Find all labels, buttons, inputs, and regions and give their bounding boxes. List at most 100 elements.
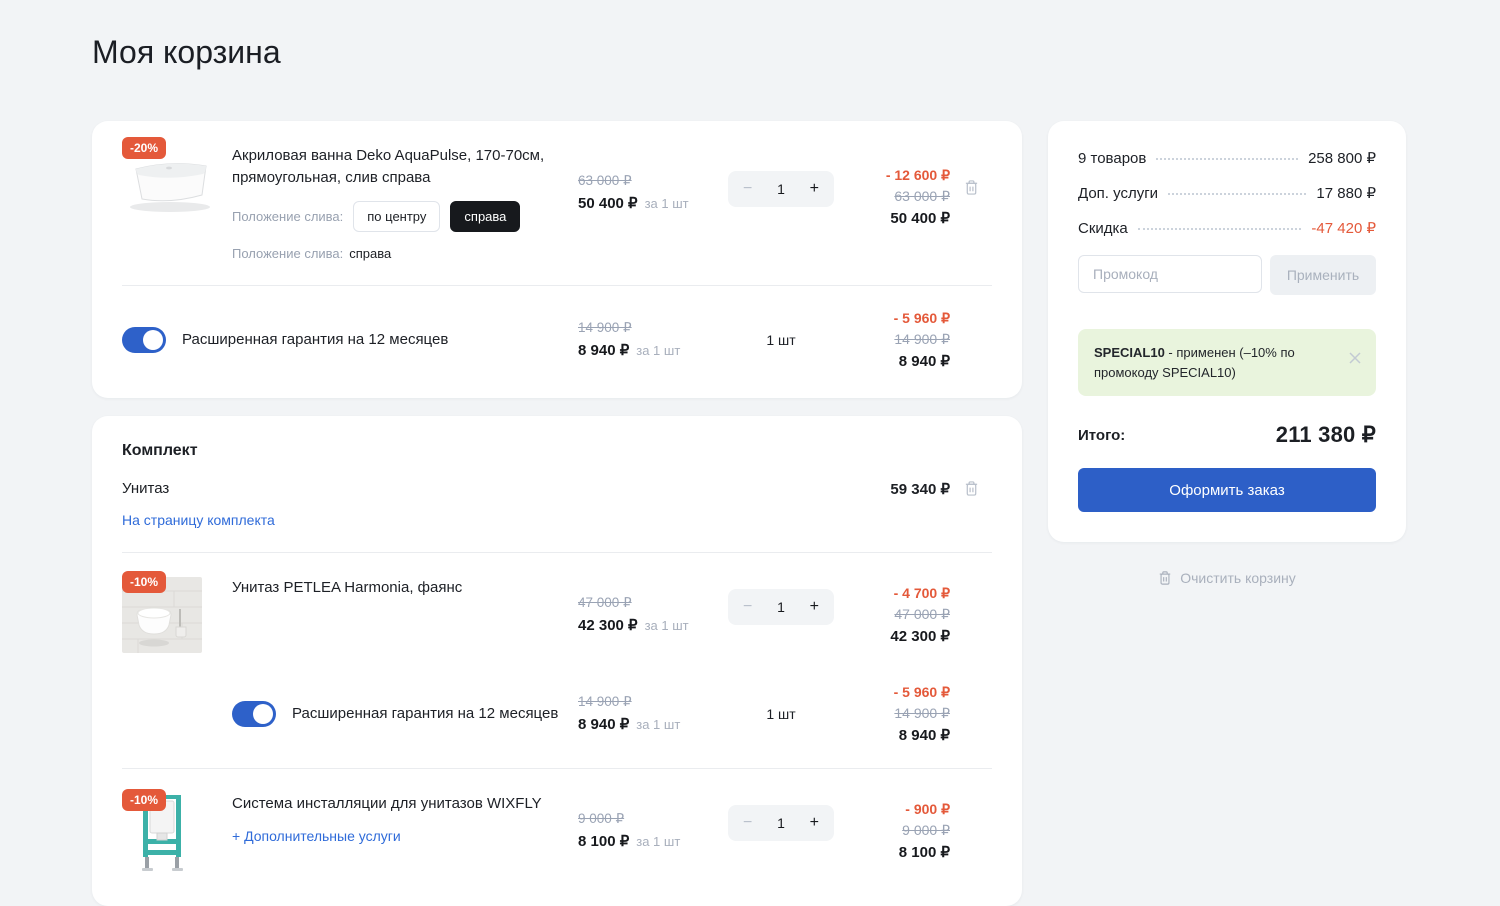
product-title: Система инсталляции для унитазов WIXFLY — [232, 793, 578, 815]
order-summary-sidebar: 9 товаров 258 800 ₽ Доп. услуги 17 880 ₽… — [1048, 121, 1406, 586]
price-cell-bath: 63 000 ₽ 50 400 ₽за 1 шт — [578, 173, 700, 212]
price-cell-toilet: 47 000 ₽ 42 300 ₽за 1 шт — [578, 595, 700, 634]
divider — [122, 552, 992, 553]
apply-promo-button[interactable]: Применить — [1270, 255, 1376, 295]
warranty-toggle[interactable] — [122, 327, 166, 353]
unit-price: 8 940 ₽ — [578, 716, 629, 733]
bundle-card: Комплект Унитаз 59 340 ₽ На страницу ком… — [92, 416, 1022, 906]
bundle-page-link[interactable]: На страницу комплекта — [122, 512, 275, 528]
old-price: 14 900 ₽ — [578, 694, 700, 710]
per-unit-label: за 1 шт — [636, 717, 680, 732]
plus-button[interactable]: + — [810, 180, 819, 198]
product-info-install: Система инсталляции для унитазов WIXFLY … — [232, 793, 578, 845]
page-title: Моя корзина — [92, 34, 1408, 71]
summary-row-services: Доп. услуги 17 880 ₽ — [1078, 184, 1376, 202]
dotted-leader — [1138, 228, 1302, 230]
quantity-value: 1 — [777, 181, 785, 197]
trash-icon — [1158, 570, 1172, 586]
close-icon — [1348, 351, 1362, 365]
minus-button[interactable]: − — [743, 180, 752, 198]
promo-code-input[interactable] — [1078, 255, 1262, 293]
per-unit-label: за 1 шт — [645, 196, 689, 211]
product-image-toilet: -10% — [122, 577, 232, 658]
cart-items-column: -20% Акриловая ванна Deko AquaPulse, 170… — [92, 121, 1022, 906]
plus-button[interactable]: + — [810, 598, 819, 616]
drain-value: справа — [349, 246, 391, 261]
promo-applied-notice: SPECIAL10 - применен (–10% по промокоду … — [1078, 329, 1376, 396]
total-cell-install: - 900 ₽ 9 000 ₽ 8 100 ₽ — [862, 801, 950, 861]
minus-button[interactable]: − — [743, 598, 752, 616]
product-card-bath: -20% Акриловая ванна Deko AquaPulse, 170… — [92, 121, 1022, 398]
unit-price: 50 400 ₽ — [578, 195, 638, 212]
divider — [122, 285, 992, 286]
product-row-bath: -20% Акриловая ванна Deko AquaPulse, 170… — [122, 145, 992, 261]
product-row-toilet: -10% — [122, 577, 992, 658]
product-info-bath: Акриловая ванна Deko AquaPulse, 170-70см… — [232, 145, 578, 261]
price-cell-install: 9 000 ₽ 8 100 ₽за 1 шт — [578, 811, 700, 850]
product-image-bath: -20% — [122, 145, 232, 222]
quantity-stepper-toilet[interactable]: − 1 + — [728, 589, 834, 625]
drain-option-row: Положение слива: по центру справа — [232, 201, 578, 232]
summary-label: 9 товаров — [1078, 150, 1146, 167]
minus-button[interactable]: − — [743, 814, 752, 832]
drain-option-center[interactable]: по центру — [353, 201, 440, 232]
total-old-price: 9 000 ₽ — [902, 822, 950, 839]
close-promo-notice-button[interactable] — [1348, 351, 1362, 370]
product-title: Унитаз PETLEA Harmonia, фаянс — [232, 577, 578, 599]
warranty-row-toilet: Расширенная гарантия на 12 месяцев 14 90… — [122, 684, 992, 744]
total-price: 50 400 ₽ — [890, 209, 950, 227]
total-cell-bath: - 12 600 ₽ 63 000 ₽ 50 400 ₽ — [862, 167, 950, 227]
discount-badge: -10% — [122, 789, 166, 811]
grand-total-row: Итого: 211 380 ₽ — [1078, 422, 1376, 448]
dotted-leader — [1156, 158, 1298, 160]
warranty-toggle[interactable] — [232, 701, 276, 727]
remove-item-button[interactable] — [950, 179, 992, 196]
clear-cart-label: Очистить корзину — [1180, 570, 1296, 586]
summary-value: 258 800 ₽ — [1308, 149, 1376, 167]
additional-services-link[interactable]: + Дополнительные услуги — [232, 828, 401, 844]
discount-amount: - 900 ₽ — [905, 801, 950, 818]
quantity-stepper-bath[interactable]: − 1 + — [728, 171, 834, 207]
promo-code-text: SPECIAL10 — [1094, 345, 1165, 360]
divider — [122, 768, 992, 769]
dotted-leader — [1168, 193, 1306, 195]
old-price: 47 000 ₽ — [578, 595, 700, 611]
plus-button[interactable]: + — [810, 814, 819, 832]
remove-bundle-button[interactable] — [950, 480, 992, 497]
drain-value-row: Положение слива: справа — [232, 246, 578, 261]
drain-option-right[interactable]: справа — [450, 201, 520, 232]
warranty-qty: 1 шт — [700, 332, 862, 348]
summary-value: 17 880 ₽ — [1316, 184, 1376, 202]
bundle-heading: Комплект — [122, 442, 992, 460]
promo-row: Применить — [1078, 255, 1376, 295]
per-unit-label: за 1 шт — [636, 834, 680, 849]
total-price: 8 940 ₽ — [899, 726, 950, 744]
quantity-stepper-install[interactable]: − 1 + — [728, 805, 834, 841]
cart-page: Моя корзина -20% Акрилов — [0, 0, 1500, 906]
quantity-value: 1 — [777, 599, 785, 615]
total-old-price: 63 000 ₽ — [894, 188, 950, 205]
summary-row-items: 9 товаров 258 800 ₽ — [1078, 149, 1376, 167]
checkout-button[interactable]: Оформить заказ — [1078, 468, 1376, 512]
total-price: 8 940 ₽ — [899, 352, 950, 370]
product-title: Акриловая ванна Deko AquaPulse, 170-70см… — [232, 145, 578, 189]
discount-amount: - 12 600 ₽ — [886, 167, 950, 184]
bundle-price: 59 340 ₽ — [862, 480, 950, 498]
price-cell-bath-warranty: 14 900 ₽ 8 940 ₽за 1 шт — [578, 320, 700, 359]
discount-badge: -20% — [122, 137, 166, 159]
total-old-price: 47 000 ₽ — [894, 606, 950, 623]
warranty-label: Расширенная гарантия на 12 месяцев — [182, 331, 448, 348]
quantity-value: 1 — [777, 815, 785, 831]
summary-row-discount: Скидка -47 420 ₽ — [1078, 219, 1376, 237]
price-cell-toilet-warranty: 14 900 ₽ 8 940 ₽ за 1 шт — [578, 694, 700, 733]
total-old-price: 14 900 ₽ — [894, 331, 950, 348]
unit-price: 8 100 ₽ — [578, 833, 629, 850]
summary-card: 9 товаров 258 800 ₽ Доп. услуги 17 880 ₽… — [1048, 121, 1406, 542]
unit-price: 42 300 ₽ — [578, 617, 638, 634]
clear-cart-button[interactable]: Очистить корзину — [1048, 570, 1406, 586]
warranty-label: Расширенная гарантия на 12 месяцев — [292, 705, 558, 722]
summary-discount-value: -47 420 ₽ — [1311, 219, 1376, 237]
warranty-row-bath: Расширенная гарантия на 12 месяцев 14 90… — [122, 310, 992, 370]
drain-value-label: Положение слива: — [232, 246, 343, 261]
product-image-install: -10% — [122, 793, 232, 878]
